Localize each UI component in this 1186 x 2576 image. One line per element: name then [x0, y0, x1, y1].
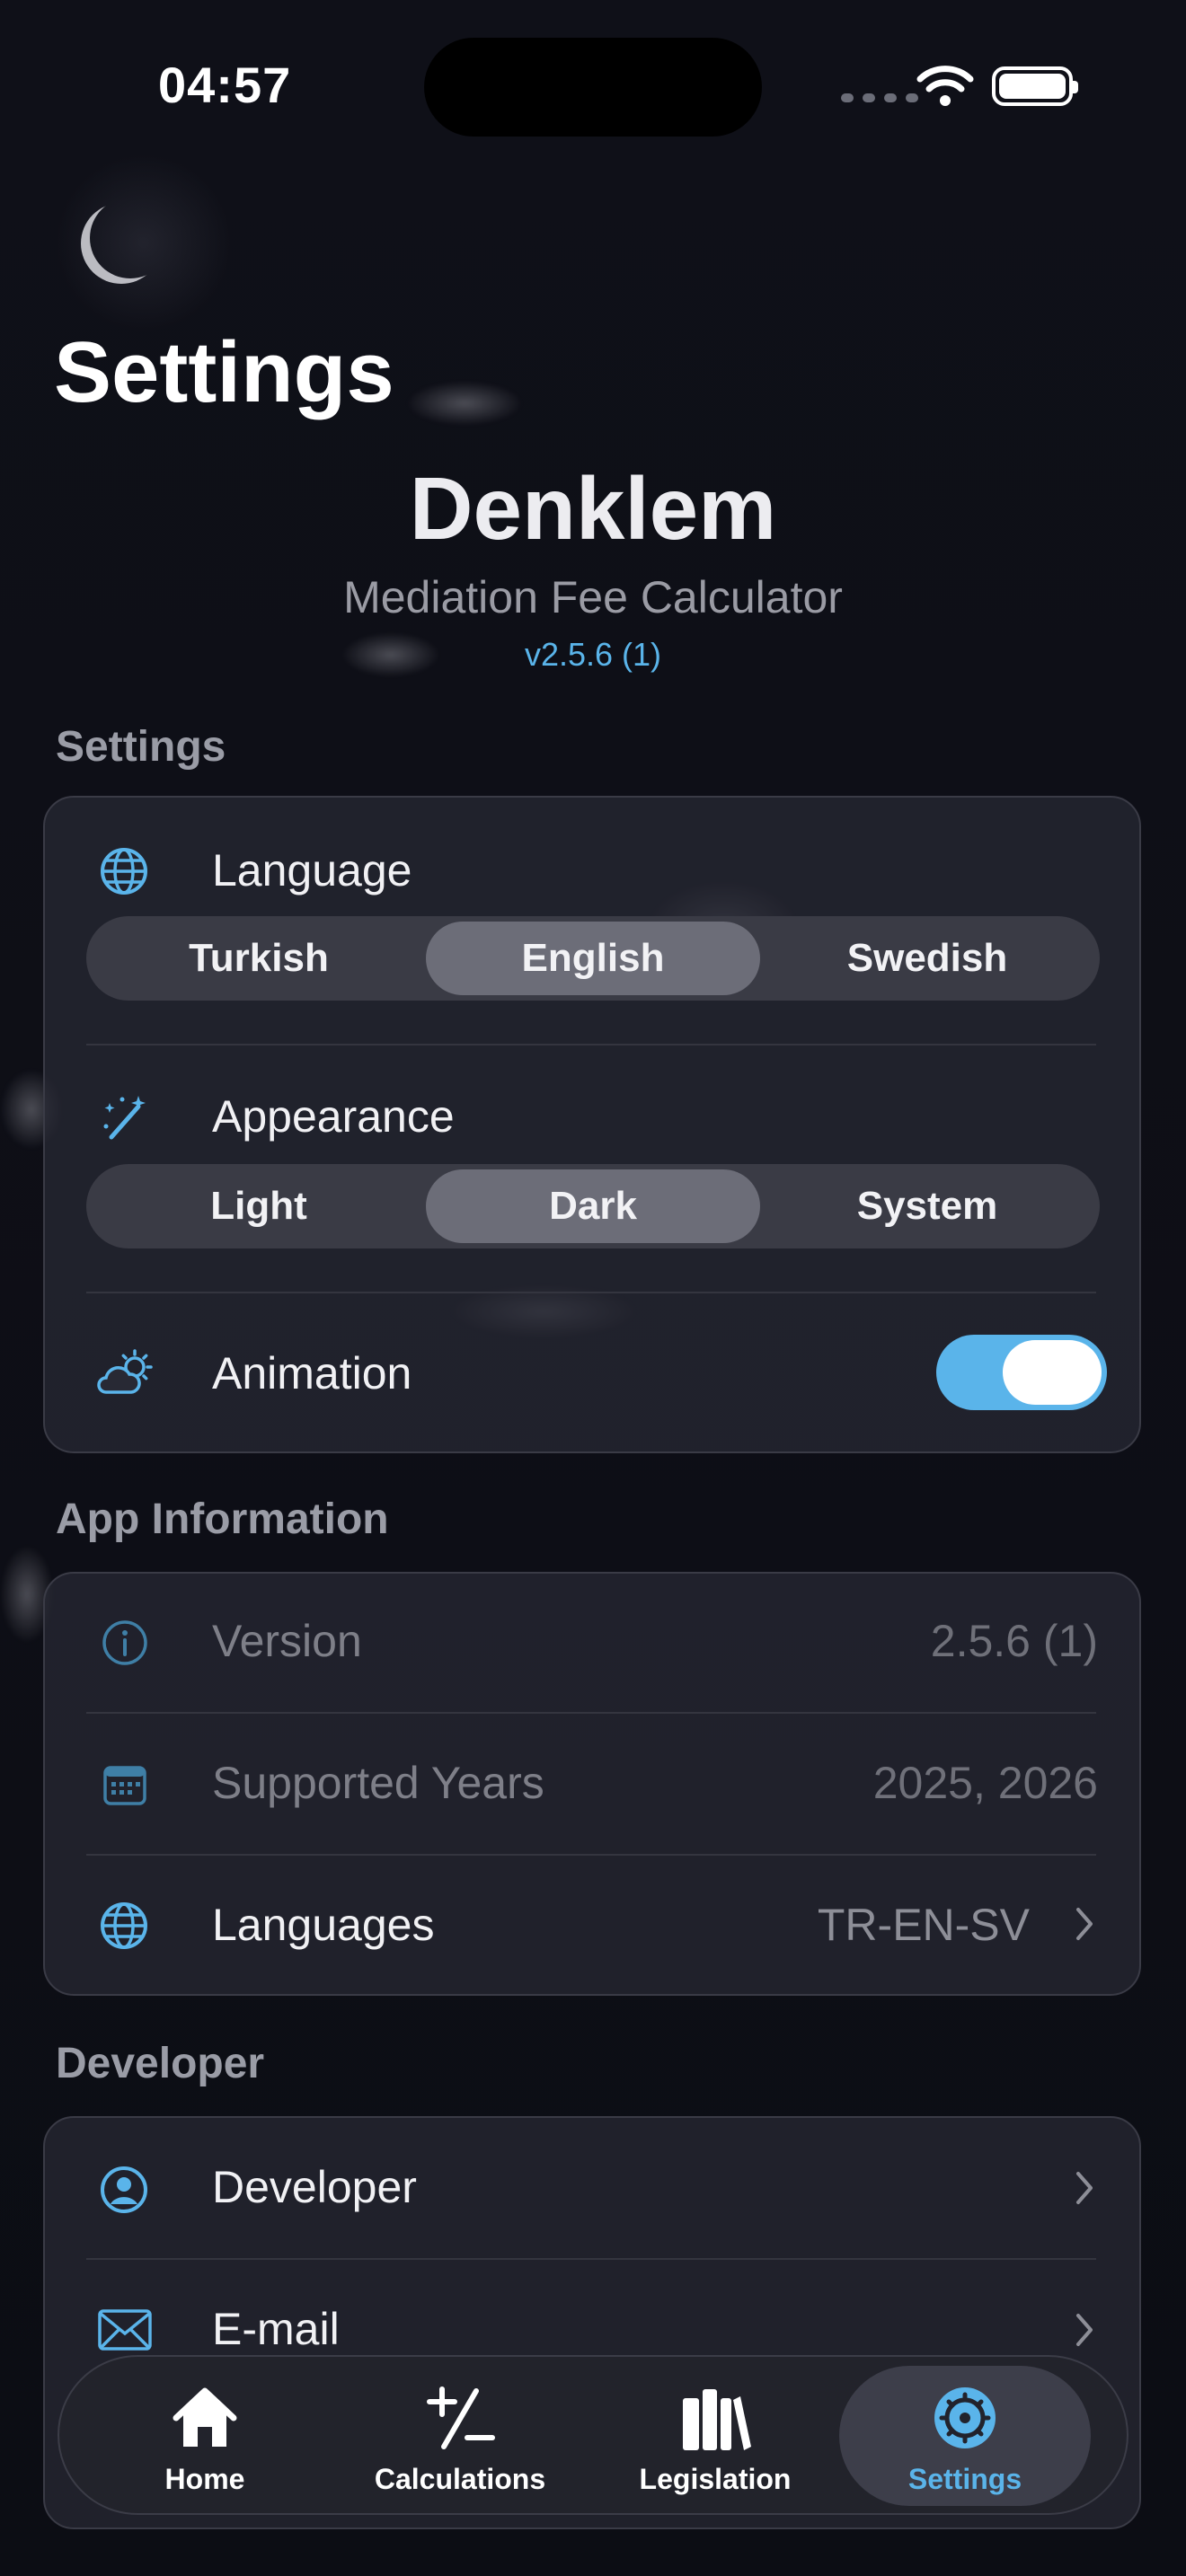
developer-label[interactable]: Developer	[212, 2161, 417, 2213]
supported-years-value: 2025, 2026	[872, 1758, 1098, 1808]
cloud-sun-icon	[97, 1349, 153, 1394]
appearance-option-system[interactable]: System	[760, 1169, 1094, 1243]
magic-wand-icon	[103, 1096, 146, 1140]
tab-settings-label: Settings	[907, 2463, 1022, 2495]
moon-icon	[90, 198, 171, 278]
developer-section-title: Developer	[56, 2040, 265, 2087]
tab-home-label: Home	[164, 2463, 245, 2495]
chevron-right-icon[interactable]	[1075, 2312, 1096, 2348]
languages-value: TR-EN-SV	[817, 1900, 1030, 1950]
person-circle-icon	[101, 2166, 147, 2213]
house-icon	[173, 2387, 237, 2447]
app-name: Denklem	[409, 459, 777, 558]
divider	[86, 1044, 1096, 1045]
calendar-icon	[103, 1766, 146, 1805]
appearance-option-dark[interactable]: Dark	[426, 1169, 760, 1243]
appearance-label: Appearance	[212, 1091, 455, 1142]
version-value: 2.5.6 (1)	[930, 1616, 1098, 1666]
tab-legislation[interactable]: Legislation	[589, 2357, 841, 2513]
chevron-right-icon[interactable]	[1075, 1906, 1096, 1942]
animation-toggle[interactable]	[936, 1335, 1107, 1410]
divider	[86, 2258, 1096, 2260]
globe-icon	[101, 1902, 147, 1949]
wifi-icon	[916, 66, 974, 106]
language-option-english[interactable]: English	[426, 922, 760, 995]
app-info-section-title: App Information	[56, 1495, 389, 1543]
plus-minus-icon	[427, 2386, 495, 2449]
email-label[interactable]: E-mail	[212, 2303, 340, 2355]
chevron-right-icon[interactable]	[1075, 2170, 1096, 2206]
status-time: 04:57	[158, 57, 292, 113]
settings-section-title: Settings	[56, 723, 226, 771]
envelope-icon	[98, 2309, 152, 2351]
tab-calculations[interactable]: Calculations	[334, 2357, 586, 2513]
language-segmented-control[interactable]: Turkish English Swedish	[86, 916, 1100, 1001]
dynamic-island	[424, 38, 762, 137]
supported-years-label: Supported Years	[212, 1758, 544, 1808]
gear-icon	[934, 2387, 996, 2448]
languages-label[interactable]: Languages	[212, 1899, 434, 1951]
version-label: Version	[212, 1616, 362, 1666]
language-option-swedish[interactable]: Swedish	[760, 922, 1094, 995]
battery-icon	[992, 66, 1078, 106]
cloud-decoration	[406, 381, 523, 426]
language-option-turkish[interactable]: Turkish	[92, 922, 426, 995]
tab-calculations-label: Calculations	[374, 2463, 546, 2495]
tab-home[interactable]: Home	[79, 2357, 331, 2513]
tab-legislation-label: Legislation	[639, 2463, 792, 2495]
app-info-card: Version 2.5.6 (1) Supported Years 2025, …	[43, 1572, 1141, 1996]
toggle-knob	[1003, 1340, 1102, 1405]
cellular-signal-icon	[841, 93, 918, 102]
language-label: Language	[212, 845, 412, 895]
animation-label: Animation	[212, 1348, 412, 1398]
app-subtitle: Mediation Fee Calculator	[343, 572, 843, 622]
tab-bar: Home Calculations Legislation Settings	[58, 2355, 1128, 2515]
books-icon	[683, 2389, 751, 2450]
appearance-segmented-control[interactable]: Light Dark System	[86, 1164, 1100, 1248]
tab-settings[interactable]: Settings	[839, 2366, 1091, 2506]
divider	[86, 1854, 1096, 1856]
divider	[86, 1292, 1096, 1293]
appearance-option-light[interactable]: Light	[92, 1169, 426, 1243]
app-version: v2.5.6 (1)	[524, 636, 662, 673]
divider	[86, 1712, 1096, 1714]
page-title: Settings	[54, 324, 394, 420]
settings-card: Language Turkish English Swedish Appeara…	[43, 796, 1141, 1453]
info-icon	[102, 1620, 147, 1665]
globe-icon	[101, 848, 147, 895]
